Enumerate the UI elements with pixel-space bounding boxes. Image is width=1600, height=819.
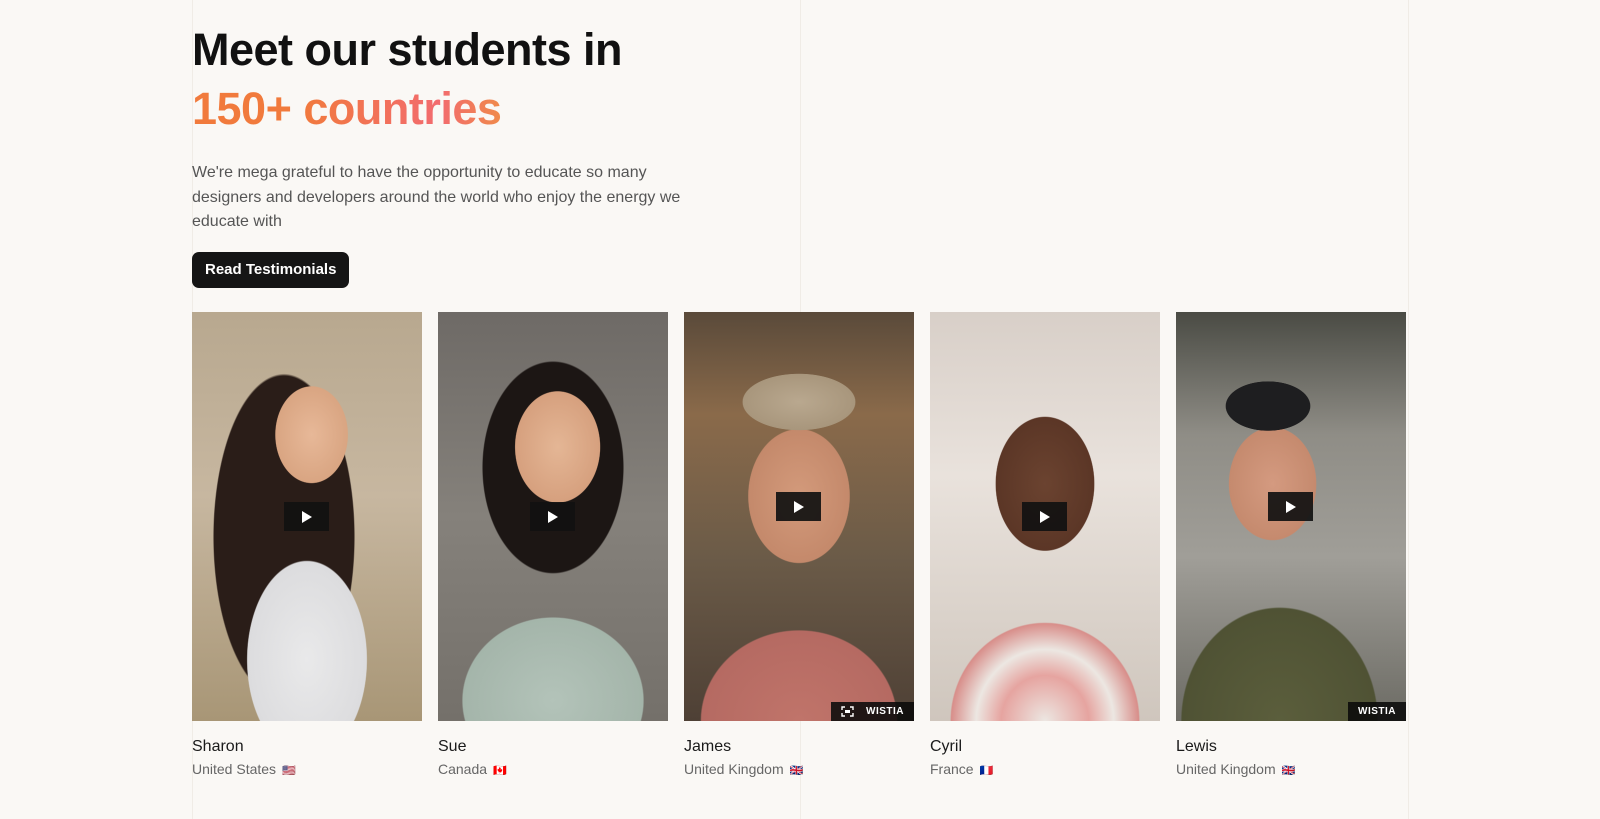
read-testimonials-button[interactable]: Read Testimonials (192, 251, 350, 288)
country-name: United States (192, 761, 277, 777)
flag-us-icon: 🇺🇸 (281, 765, 296, 777)
play-button[interactable] (530, 502, 575, 531)
student-video[interactable]: WISTIA (684, 312, 914, 721)
student-country: United Kingdom 🇬🇧 (1176, 760, 1406, 780)
fullscreen-icon[interactable] (841, 706, 854, 717)
student-country: France 🇫🇷 (930, 760, 1160, 780)
flag-uk-icon: 🇬🇧 (789, 765, 804, 777)
play-button[interactable] (1022, 502, 1067, 531)
student-card-lewis: WISTIA Lewis United Kingdom 🇬🇧 (1176, 312, 1406, 780)
country-name: United Kingdom (684, 761, 784, 777)
play-icon (794, 500, 804, 513)
play-button[interactable] (776, 492, 821, 521)
student-video[interactable]: WISTIA (1176, 312, 1406, 721)
flag-ca-icon: 🇨🇦 (492, 765, 507, 777)
student-card-james: WISTIA James United Kingdom 🇬🇧 (684, 312, 914, 780)
video-controls-bar: WISTIA (1348, 702, 1406, 721)
student-card-sue: Sue Canada 🇨🇦 (438, 312, 668, 780)
flag-fr-icon: 🇫🇷 (979, 765, 994, 777)
play-icon (548, 510, 558, 523)
play-button[interactable] (284, 502, 329, 531)
play-icon (1040, 510, 1050, 523)
title-line-2-highlight: 150+ countries (192, 79, 502, 138)
student-video-list: Sharon United States 🇺🇸 Sue Canada 🇨🇦 WI… (192, 312, 1406, 780)
student-country: Canada 🇨🇦 (438, 760, 668, 780)
student-card-cyril: Cyril France 🇫🇷 (930, 312, 1160, 780)
guide-line (1408, 0, 1409, 819)
country-name: Canada (438, 761, 488, 777)
student-name: James (684, 738, 732, 755)
title-line-1: Meet our students in (192, 24, 623, 75)
student-card-sharon: Sharon United States 🇺🇸 (192, 312, 422, 780)
student-name: Sharon (192, 738, 244, 755)
video-controls-bar: WISTIA (831, 702, 914, 721)
student-video[interactable] (192, 312, 422, 721)
wistia-logo[interactable]: WISTIA (1358, 706, 1396, 717)
play-icon (1286, 500, 1296, 513)
section-description: We're mega grateful to have the opportun… (192, 164, 681, 230)
section-title: Meet our students in 150+ countries (192, 0, 1408, 138)
play-button[interactable] (1268, 492, 1313, 521)
student-video[interactable] (930, 312, 1160, 721)
wistia-logo[interactable]: WISTIA (866, 706, 904, 717)
country-name: France (930, 761, 974, 777)
flag-uk-icon: 🇬🇧 (1281, 765, 1296, 777)
student-name: Lewis (1176, 738, 1217, 755)
student-country: United States 🇺🇸 (192, 760, 422, 780)
student-country: United Kingdom 🇬🇧 (684, 760, 914, 780)
student-name: Sue (438, 738, 467, 755)
student-name: Cyril (930, 738, 962, 755)
student-video[interactable] (438, 312, 668, 721)
country-name: United Kingdom (1176, 761, 1276, 777)
play-icon (302, 510, 312, 523)
testimonials-section: Meet our students in 150+ countries We'r… (192, 0, 1408, 777)
